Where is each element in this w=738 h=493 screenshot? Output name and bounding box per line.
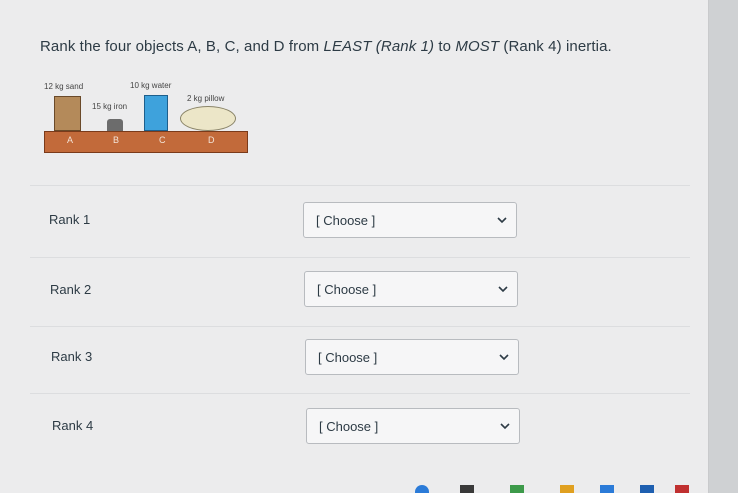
taskbar-edge xyxy=(400,485,710,493)
rank-1-select[interactable]: [ Choose ] xyxy=(303,202,517,238)
chevron-down-icon xyxy=(500,423,510,430)
right-edge-panel xyxy=(709,0,738,493)
base-letter-b: B xyxy=(113,135,120,145)
base-letter-d: D xyxy=(208,135,215,145)
pillow-label: 2 kg pillow xyxy=(187,94,225,103)
divider xyxy=(30,185,690,186)
taskbar-app-icon[interactable] xyxy=(675,485,689,493)
object-base: A B C D xyxy=(44,131,248,153)
rank-2-selected: [ Choose ] xyxy=(317,282,377,297)
objects-diagram: 12 kg sand 10 kg water 15 kg iron 2 kg p… xyxy=(40,76,250,156)
rank-3-selected: [ Choose ] xyxy=(318,350,378,365)
rank-4-select[interactable]: [ Choose ] xyxy=(306,408,520,444)
chevron-down-icon xyxy=(497,217,507,224)
divider xyxy=(30,257,690,258)
rank-3-select[interactable]: [ Choose ] xyxy=(305,339,519,375)
water-label: 10 kg water xyxy=(130,81,172,90)
pillow xyxy=(180,106,236,131)
divider xyxy=(30,326,690,327)
sand-label: 12 kg sand xyxy=(44,82,84,91)
rank-1-label: Rank 1 xyxy=(49,212,91,227)
iron-label: 15 kg iron xyxy=(92,102,128,111)
rank-2-select[interactable]: [ Choose ] xyxy=(304,271,518,307)
taskbar-app-icon[interactable] xyxy=(640,485,654,493)
rank-4-selected: [ Choose ] xyxy=(319,419,379,434)
question-card: Rank the four objects A, B, C, and D fro… xyxy=(0,0,709,493)
chevron-down-icon xyxy=(499,354,509,361)
rank-3-label: Rank 3 xyxy=(51,349,93,364)
question-text: Rank the four objects A, B, C, and D fro… xyxy=(40,38,612,55)
rank-4-label: Rank 4 xyxy=(52,418,94,433)
rank-2-label: Rank 2 xyxy=(50,282,92,297)
chevron-down-icon xyxy=(498,286,508,293)
taskbar-app-icon[interactable] xyxy=(560,485,574,493)
base-letter-c: C xyxy=(159,135,166,145)
rank-1-selected: [ Choose ] xyxy=(316,213,376,228)
taskbar-app-icon[interactable] xyxy=(510,485,524,493)
base-letter-a: A xyxy=(67,135,74,145)
sand-block xyxy=(54,96,81,131)
taskbar-app-icon[interactable] xyxy=(415,485,429,493)
iron-weight xyxy=(107,119,123,131)
taskbar-app-icon[interactable] xyxy=(460,485,474,493)
taskbar-app-icon[interactable] xyxy=(600,485,614,493)
divider xyxy=(30,393,690,394)
water-container xyxy=(144,95,168,131)
